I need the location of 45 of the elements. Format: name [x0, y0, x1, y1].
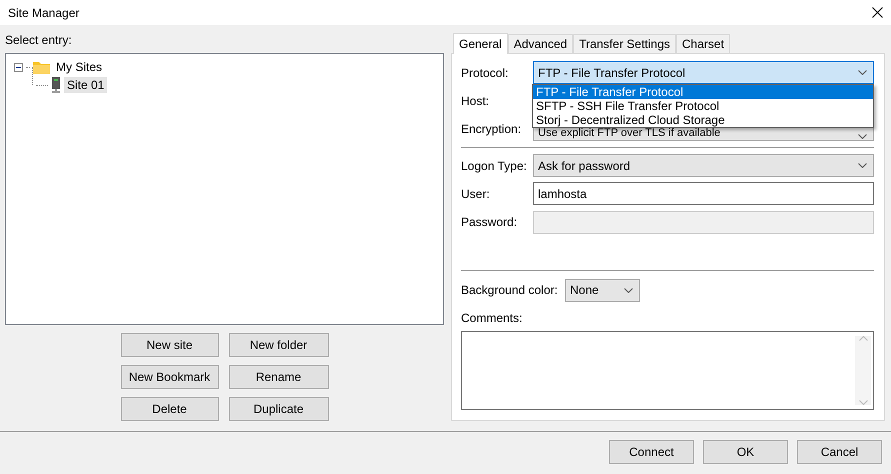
collapse-toggle[interactable] [14, 62, 23, 72]
site-action-button[interactable]: New Bookmark [120, 365, 218, 389]
server-icon [51, 77, 61, 93]
field-label: Protocol: [461, 66, 510, 80]
scroll-up-icon[interactable] [858, 336, 868, 342]
tab[interactable]: Transfer Settings [573, 34, 676, 53]
field-label: Background color: [461, 283, 559, 298]
site-action-button[interactable]: Delete [120, 397, 218, 421]
background-color-select[interactable]: None [565, 278, 640, 302]
site-action-button[interactable]: Rename [228, 365, 328, 389]
dialog-button[interactable]: OK [703, 440, 788, 464]
dropdown-option[interactable]: Storj - Decentralized Cloud Storage [533, 113, 873, 127]
field-label: Password: [461, 215, 518, 230]
field-label: Host: [461, 94, 490, 108]
tab[interactable]: General [453, 33, 508, 54]
field-label: Comments: [461, 311, 524, 326]
dialog-button[interactable]: Cancel [797, 440, 882, 464]
field-label: Logon Type: [461, 158, 528, 173]
dropdown-option[interactable]: FTP - File Transfer Protocol [533, 85, 873, 99]
field-label: Encryption: [461, 122, 522, 136]
minus-icon [16, 64, 21, 70]
chevron-down-icon [624, 288, 633, 293]
field-label: User: [461, 186, 491, 201]
scrollbar[interactable] [855, 336, 871, 405]
tree-item[interactable]: My Sites [53, 59, 106, 75]
logon-type-select[interactable]: Ask for password [533, 154, 874, 178]
site-action-button[interactable]: New folder [228, 333, 328, 357]
chevron-down-icon [858, 70, 867, 76]
site-action-button[interactable]: New site [120, 333, 218, 357]
tab[interactable]: Advanced [508, 34, 574, 53]
dropdown-option[interactable]: SFTP - SSH File Transfer Protocol [533, 99, 873, 113]
window-title: Site Manager [8, 6, 80, 20]
close-icon[interactable] [872, 7, 883, 18]
chevron-down-icon [858, 163, 867, 168]
site-action-button[interactable]: Duplicate [228, 397, 328, 421]
user-field[interactable]: lamhosta [533, 182, 874, 206]
tree-item[interactable]: Site 01 [64, 77, 108, 93]
protocol-select[interactable]: FTP - File Transfer Protocol [533, 61, 874, 84]
tab[interactable]: Charset [676, 34, 730, 53]
select-entry-label: Select entry: [5, 33, 73, 47]
folder-icon [33, 60, 50, 74]
chevron-down-icon [858, 134, 867, 139]
comments-field[interactable] [461, 331, 874, 410]
dialog-button[interactable]: Connect [609, 440, 694, 464]
scroll-down-icon[interactable] [858, 400, 868, 405]
